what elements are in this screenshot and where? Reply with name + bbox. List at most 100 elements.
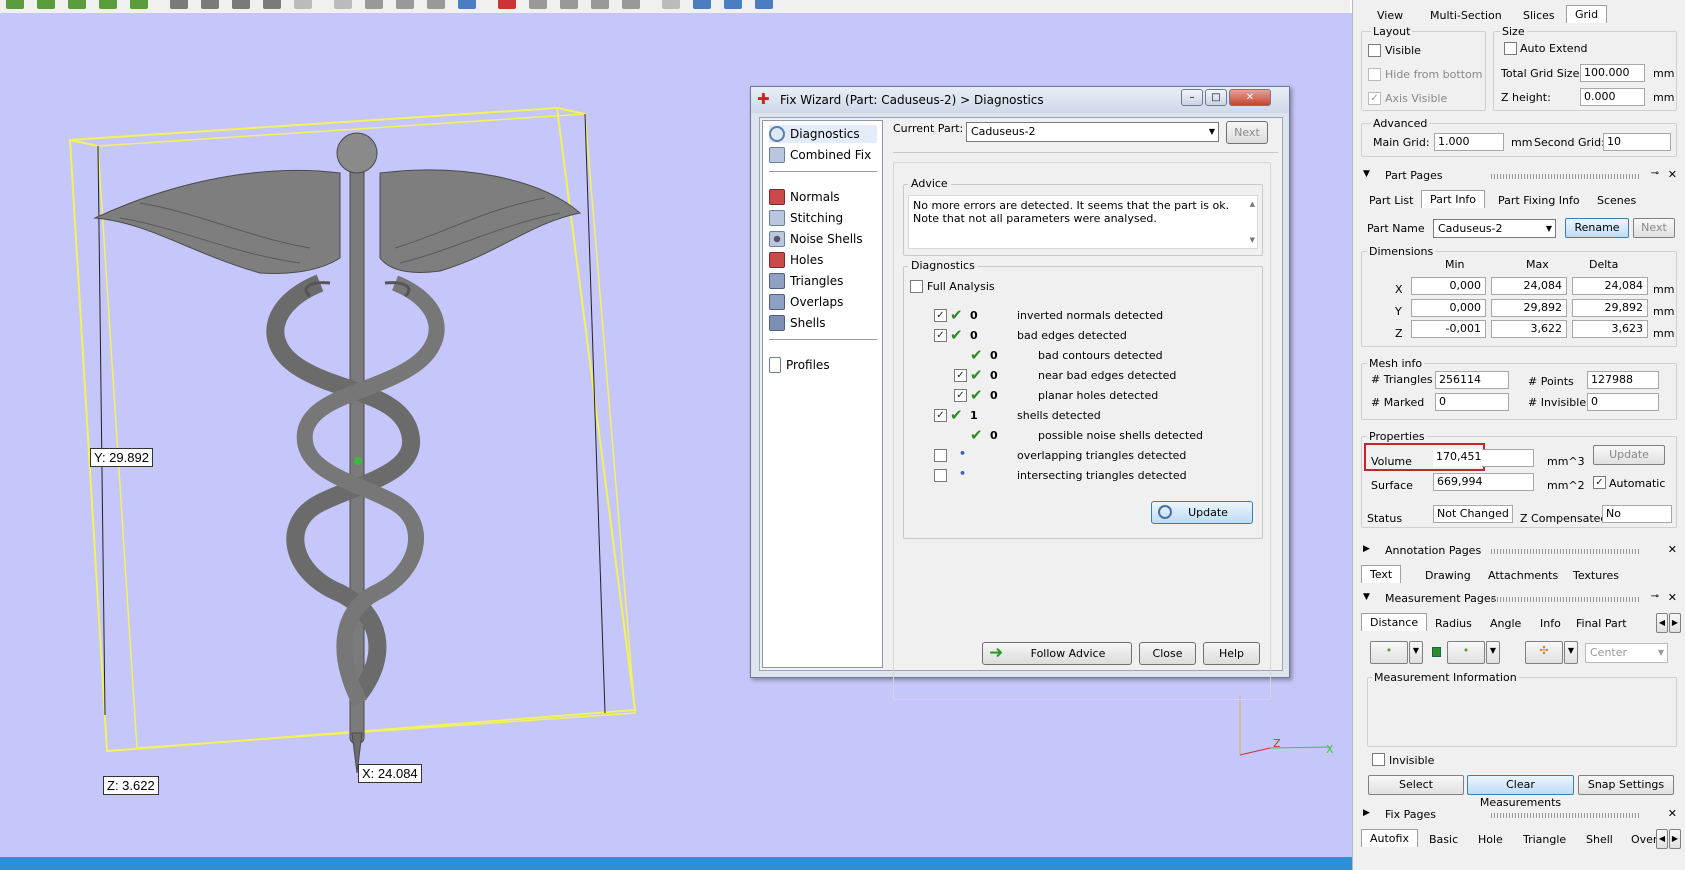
- toolbar-icon[interactable]: [498, 0, 516, 9]
- toolbar-icon[interactable]: [662, 0, 680, 9]
- update-button[interactable]: Update: [1151, 501, 1253, 524]
- maximize-button[interactable]: □: [1205, 89, 1227, 106]
- toolbar-icon[interactable]: [365, 0, 383, 9]
- close-window-button[interactable]: ✕: [1229, 89, 1271, 106]
- toolbar-icon[interactable]: [529, 0, 547, 9]
- tab-overlap[interactable]: Over: [1631, 833, 1657, 846]
- fix-tab-scroll-left-icon[interactable]: ◀: [1656, 829, 1668, 849]
- toolbar-icon[interactable]: [724, 0, 742, 9]
- tab-scroll-right-icon[interactable]: ▶: [1669, 613, 1681, 633]
- point-picker-1-button[interactable]: •: [1370, 641, 1408, 664]
- snap-settings-button[interactable]: Snap Settings: [1578, 775, 1674, 795]
- point-picker-1-dropdown[interactable]: ▼: [1409, 641, 1423, 664]
- tab-part-fixing-info[interactable]: Part Fixing Info: [1498, 194, 1580, 207]
- toolbar-icon[interactable]: [396, 0, 414, 9]
- toolbar-icon[interactable]: [263, 0, 281, 9]
- nav-holes[interactable]: Holes: [769, 251, 823, 269]
- auto-extend-checkbox[interactable]: [1504, 42, 1517, 55]
- center-select[interactable]: Center ▼: [1585, 643, 1668, 663]
- intersecting-triangles-checkbox[interactable]: [934, 469, 947, 482]
- toolbar-icon[interactable]: [201, 0, 219, 9]
- total-grid-input[interactable]: 100.000: [1580, 64, 1645, 82]
- toolbar-icon[interactable]: [755, 0, 773, 9]
- toolbar-icon[interactable]: [130, 0, 148, 9]
- toolbar-icon[interactable]: [6, 0, 24, 9]
- toolbar-icon[interactable]: [427, 0, 445, 9]
- rename-button[interactable]: Rename: [1565, 218, 1629, 238]
- scroll-up-icon[interactable]: ▲: [1250, 200, 1255, 208]
- tab-scroll-left-icon[interactable]: ◀: [1656, 613, 1668, 633]
- inverted-normals-checkbox[interactable]: ✓: [934, 309, 947, 322]
- tab-basic[interactable]: Basic: [1429, 833, 1458, 846]
- full-analysis-checkbox[interactable]: [910, 280, 923, 293]
- nav-normals[interactable]: Normals: [769, 188, 840, 206]
- nav-triangles[interactable]: Triangles: [769, 272, 843, 290]
- part-name-select[interactable]: Caduseus-2 ▼: [1433, 219, 1556, 238]
- measurement-pages-header[interactable]: ▼ Measurement Pages ⊸ ✕: [1361, 591, 1681, 607]
- nav-overlaps[interactable]: Overlaps: [769, 293, 843, 311]
- properties-update-button[interactable]: Update: [1593, 445, 1665, 465]
- tab-attachments[interactable]: Attachments: [1488, 569, 1558, 582]
- next-button[interactable]: Next: [1226, 121, 1268, 144]
- tab-grid[interactable]: Grid: [1566, 5, 1608, 23]
- tab-part-info[interactable]: Part Info: [1421, 190, 1486, 208]
- toolbar-icon[interactable]: [294, 0, 312, 9]
- current-part-select[interactable]: Caduseus-2 ▼: [966, 122, 1219, 142]
- help-button[interactable]: Help: [1203, 642, 1260, 665]
- axis-visible-checkbox[interactable]: ✓: [1368, 92, 1381, 105]
- tab-info[interactable]: Info: [1540, 617, 1561, 630]
- nav-combined-fix[interactable]: Combined Fix: [769, 146, 871, 164]
- second-grid-input[interactable]: 10: [1603, 133, 1671, 151]
- toolbar-icon[interactable]: [334, 0, 352, 9]
- minimize-button[interactable]: –: [1181, 89, 1203, 106]
- pin-icon[interactable]: ⊸: [1651, 168, 1659, 179]
- dialog-titlebar[interactable]: ✚ Fix Wizard (Part: Caduseus-2) > Diagno…: [751, 87, 1289, 113]
- toolbar-icon[interactable]: [232, 0, 250, 9]
- grid-visible-checkbox[interactable]: [1368, 44, 1381, 57]
- close-icon[interactable]: ✕: [1668, 591, 1677, 604]
- nav-profiles[interactable]: Profiles: [769, 356, 830, 374]
- fix-tab-scroll-right-icon[interactable]: ▶: [1669, 829, 1681, 849]
- nav-noise-shells[interactable]: Noise Shells: [769, 230, 863, 248]
- tab-text[interactable]: Text: [1361, 565, 1402, 583]
- toolbar-icon[interactable]: [693, 0, 711, 9]
- near-bad-edges-checkbox[interactable]: ✓: [954, 369, 967, 382]
- measure-invisible-checkbox[interactable]: [1372, 753, 1385, 766]
- tab-triangle[interactable]: Triangle: [1523, 833, 1566, 846]
- clear-measurements-button[interactable]: Clear Measurements: [1467, 775, 1574, 809]
- automatic-checkbox[interactable]: ✓: [1593, 476, 1606, 489]
- hide-bottom-checkbox[interactable]: [1368, 68, 1381, 81]
- toolbar-icon[interactable]: [99, 0, 117, 9]
- tab-drawing[interactable]: Drawing: [1425, 569, 1471, 582]
- axis-tool-button[interactable]: ✣: [1525, 641, 1563, 664]
- close-icon[interactable]: ✕: [1668, 807, 1677, 820]
- tab-radius[interactable]: Radius: [1435, 617, 1472, 630]
- axis-tool-dropdown[interactable]: ▼: [1564, 641, 1578, 664]
- toolbar-icon[interactable]: [560, 0, 578, 9]
- tab-multi-section[interactable]: Multi-Section: [1430, 9, 1502, 22]
- toolbar-icon[interactable]: [458, 0, 476, 9]
- tab-view[interactable]: View: [1377, 9, 1403, 22]
- tab-angle[interactable]: Angle: [1490, 617, 1521, 630]
- overlapping-triangles-checkbox[interactable]: [934, 449, 947, 462]
- toolbar-icon[interactable]: [591, 0, 609, 9]
- nav-stitching[interactable]: Stitching: [769, 209, 843, 227]
- bad-edges-checkbox[interactable]: ✓: [934, 329, 947, 342]
- z-height-input[interactable]: 0.000: [1580, 88, 1645, 106]
- tab-textures[interactable]: Textures: [1573, 569, 1619, 582]
- point-picker-2-button[interactable]: •: [1447, 641, 1485, 664]
- point-picker-2-dropdown[interactable]: ▼: [1486, 641, 1500, 664]
- toolbar-icon[interactable]: [622, 0, 640, 9]
- tab-scenes[interactable]: Scenes: [1597, 194, 1636, 207]
- tab-part-list[interactable]: Part List: [1369, 194, 1413, 207]
- scroll-down-icon[interactable]: ▼: [1250, 236, 1255, 244]
- tab-final-part[interactable]: Final Part: [1576, 617, 1627, 630]
- annotation-pages-header[interactable]: ▶ Annotation Pages ✕: [1361, 543, 1681, 559]
- toolbar-icon[interactable]: [37, 0, 55, 9]
- tab-shell[interactable]: Shell: [1586, 833, 1613, 846]
- planar-holes-checkbox[interactable]: ✓: [954, 389, 967, 402]
- close-icon[interactable]: ✕: [1668, 168, 1677, 181]
- toolbar-icon[interactable]: [68, 0, 86, 9]
- nav-shells[interactable]: Shells: [769, 314, 826, 332]
- tab-autofix[interactable]: Autofix: [1361, 829, 1418, 847]
